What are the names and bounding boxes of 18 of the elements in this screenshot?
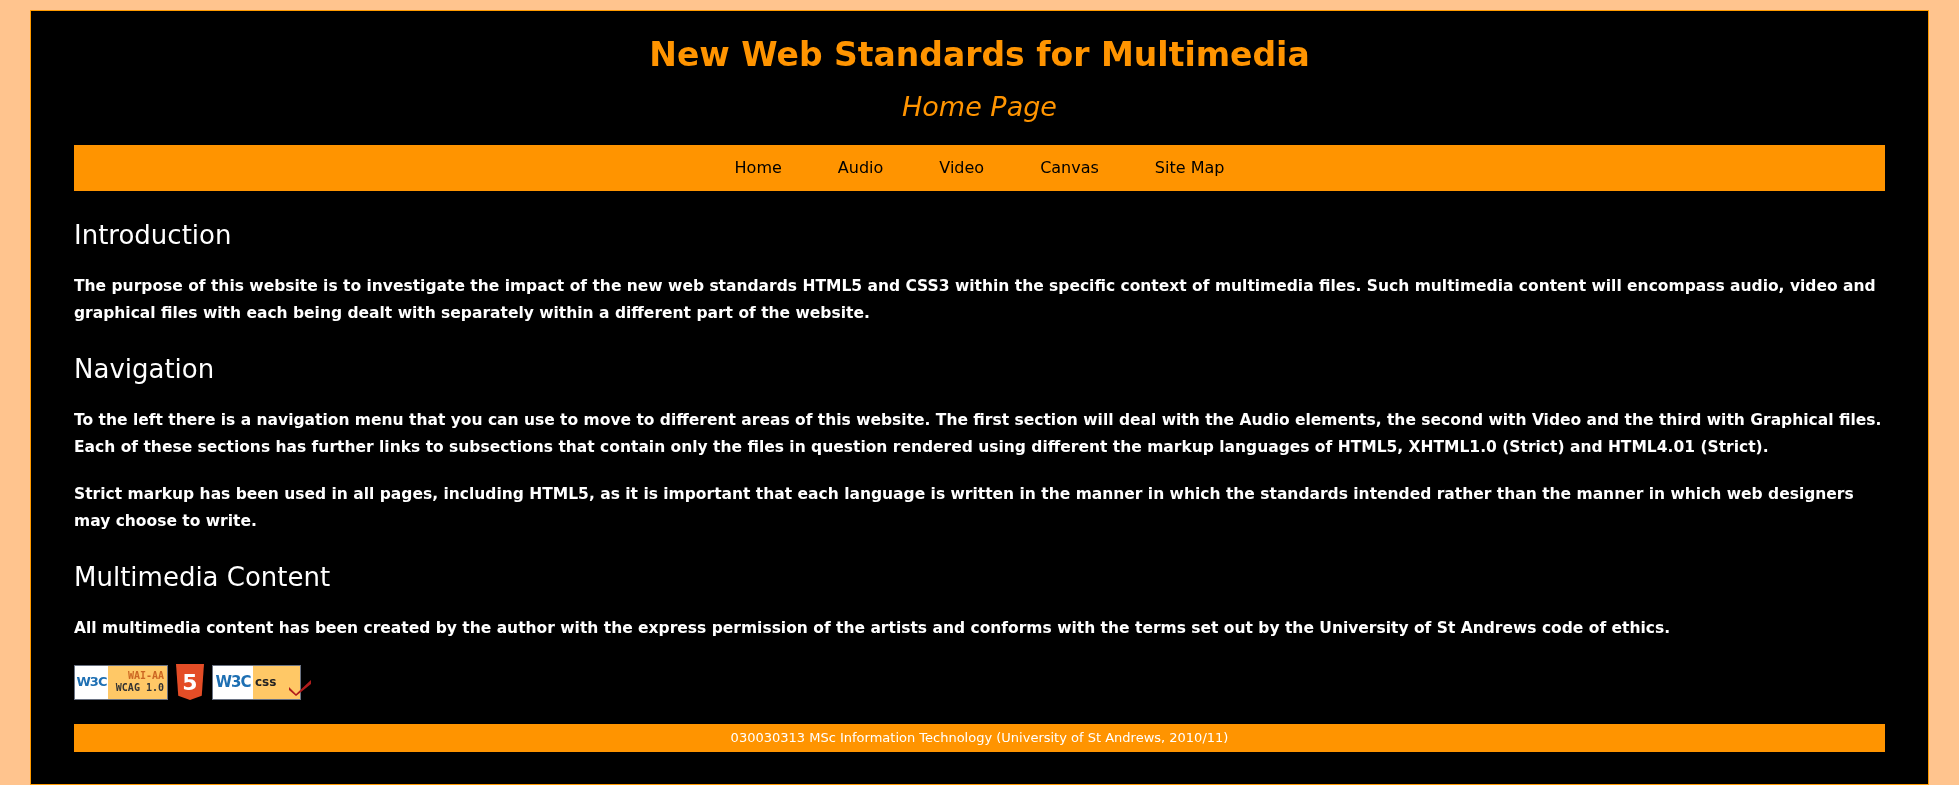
footer-bar: 030030313 MSc Information Technology (University of St Andrews, 2010/11)	[74, 724, 1885, 752]
section-heading: Introduction	[74, 219, 233, 252]
paragraph: Strict markup has been used in all pages, including HTML5, as it is important that each language is written in the manner in which the standards intended rather than the manner in which web designers may choose to write.	[74, 484, 1855, 532]
paragraph: All multimedia content has been created by the author with the express permission of the artists and conforms with the terms set out by the University of St Andrews code of ethics.	[74, 618, 1672, 639]
section-heading: Navigation	[74, 353, 216, 386]
nav-link[interactable]: Video	[911, 156, 1013, 180]
nav-link[interactable]: Home	[706, 156, 810, 180]
paragraph: The purpose of this website is to investigate the impact of the new web standards HTML5 and CSS3 within the specific context of multimedia files. Such multimedia content will encompass audio, video and graphical files with each being dealt with separately within a different part of the website.	[74, 276, 1877, 324]
site-title: New Web Standards for Multimedia	[648, 34, 1311, 76]
css-badge[interactable]: W3C css	[212, 664, 301, 700]
check-icon	[289, 680, 311, 696]
page-subtitle: Home Page	[901, 90, 1058, 124]
paragraph: To the left there is a navigation menu that you can use to move to different areas of this website. The first section will deal with the Audio elements, the second with Video and the third with Graphical files. Each of these sections has further links to subsections that contain only the files in question rendered using different the markup languages of HTML5, XHTML1.0 (Strict) and HTML4.01 (Strict).	[74, 410, 1883, 458]
html5-badge[interactable]: 5	[176, 664, 204, 700]
nav-link[interactable]: Site Map	[1126, 156, 1253, 180]
section-heading: Multimedia Content	[74, 561, 332, 594]
nav-link[interactable]: Canvas	[1012, 156, 1127, 180]
nav-link[interactable]: Audio	[809, 156, 912, 180]
